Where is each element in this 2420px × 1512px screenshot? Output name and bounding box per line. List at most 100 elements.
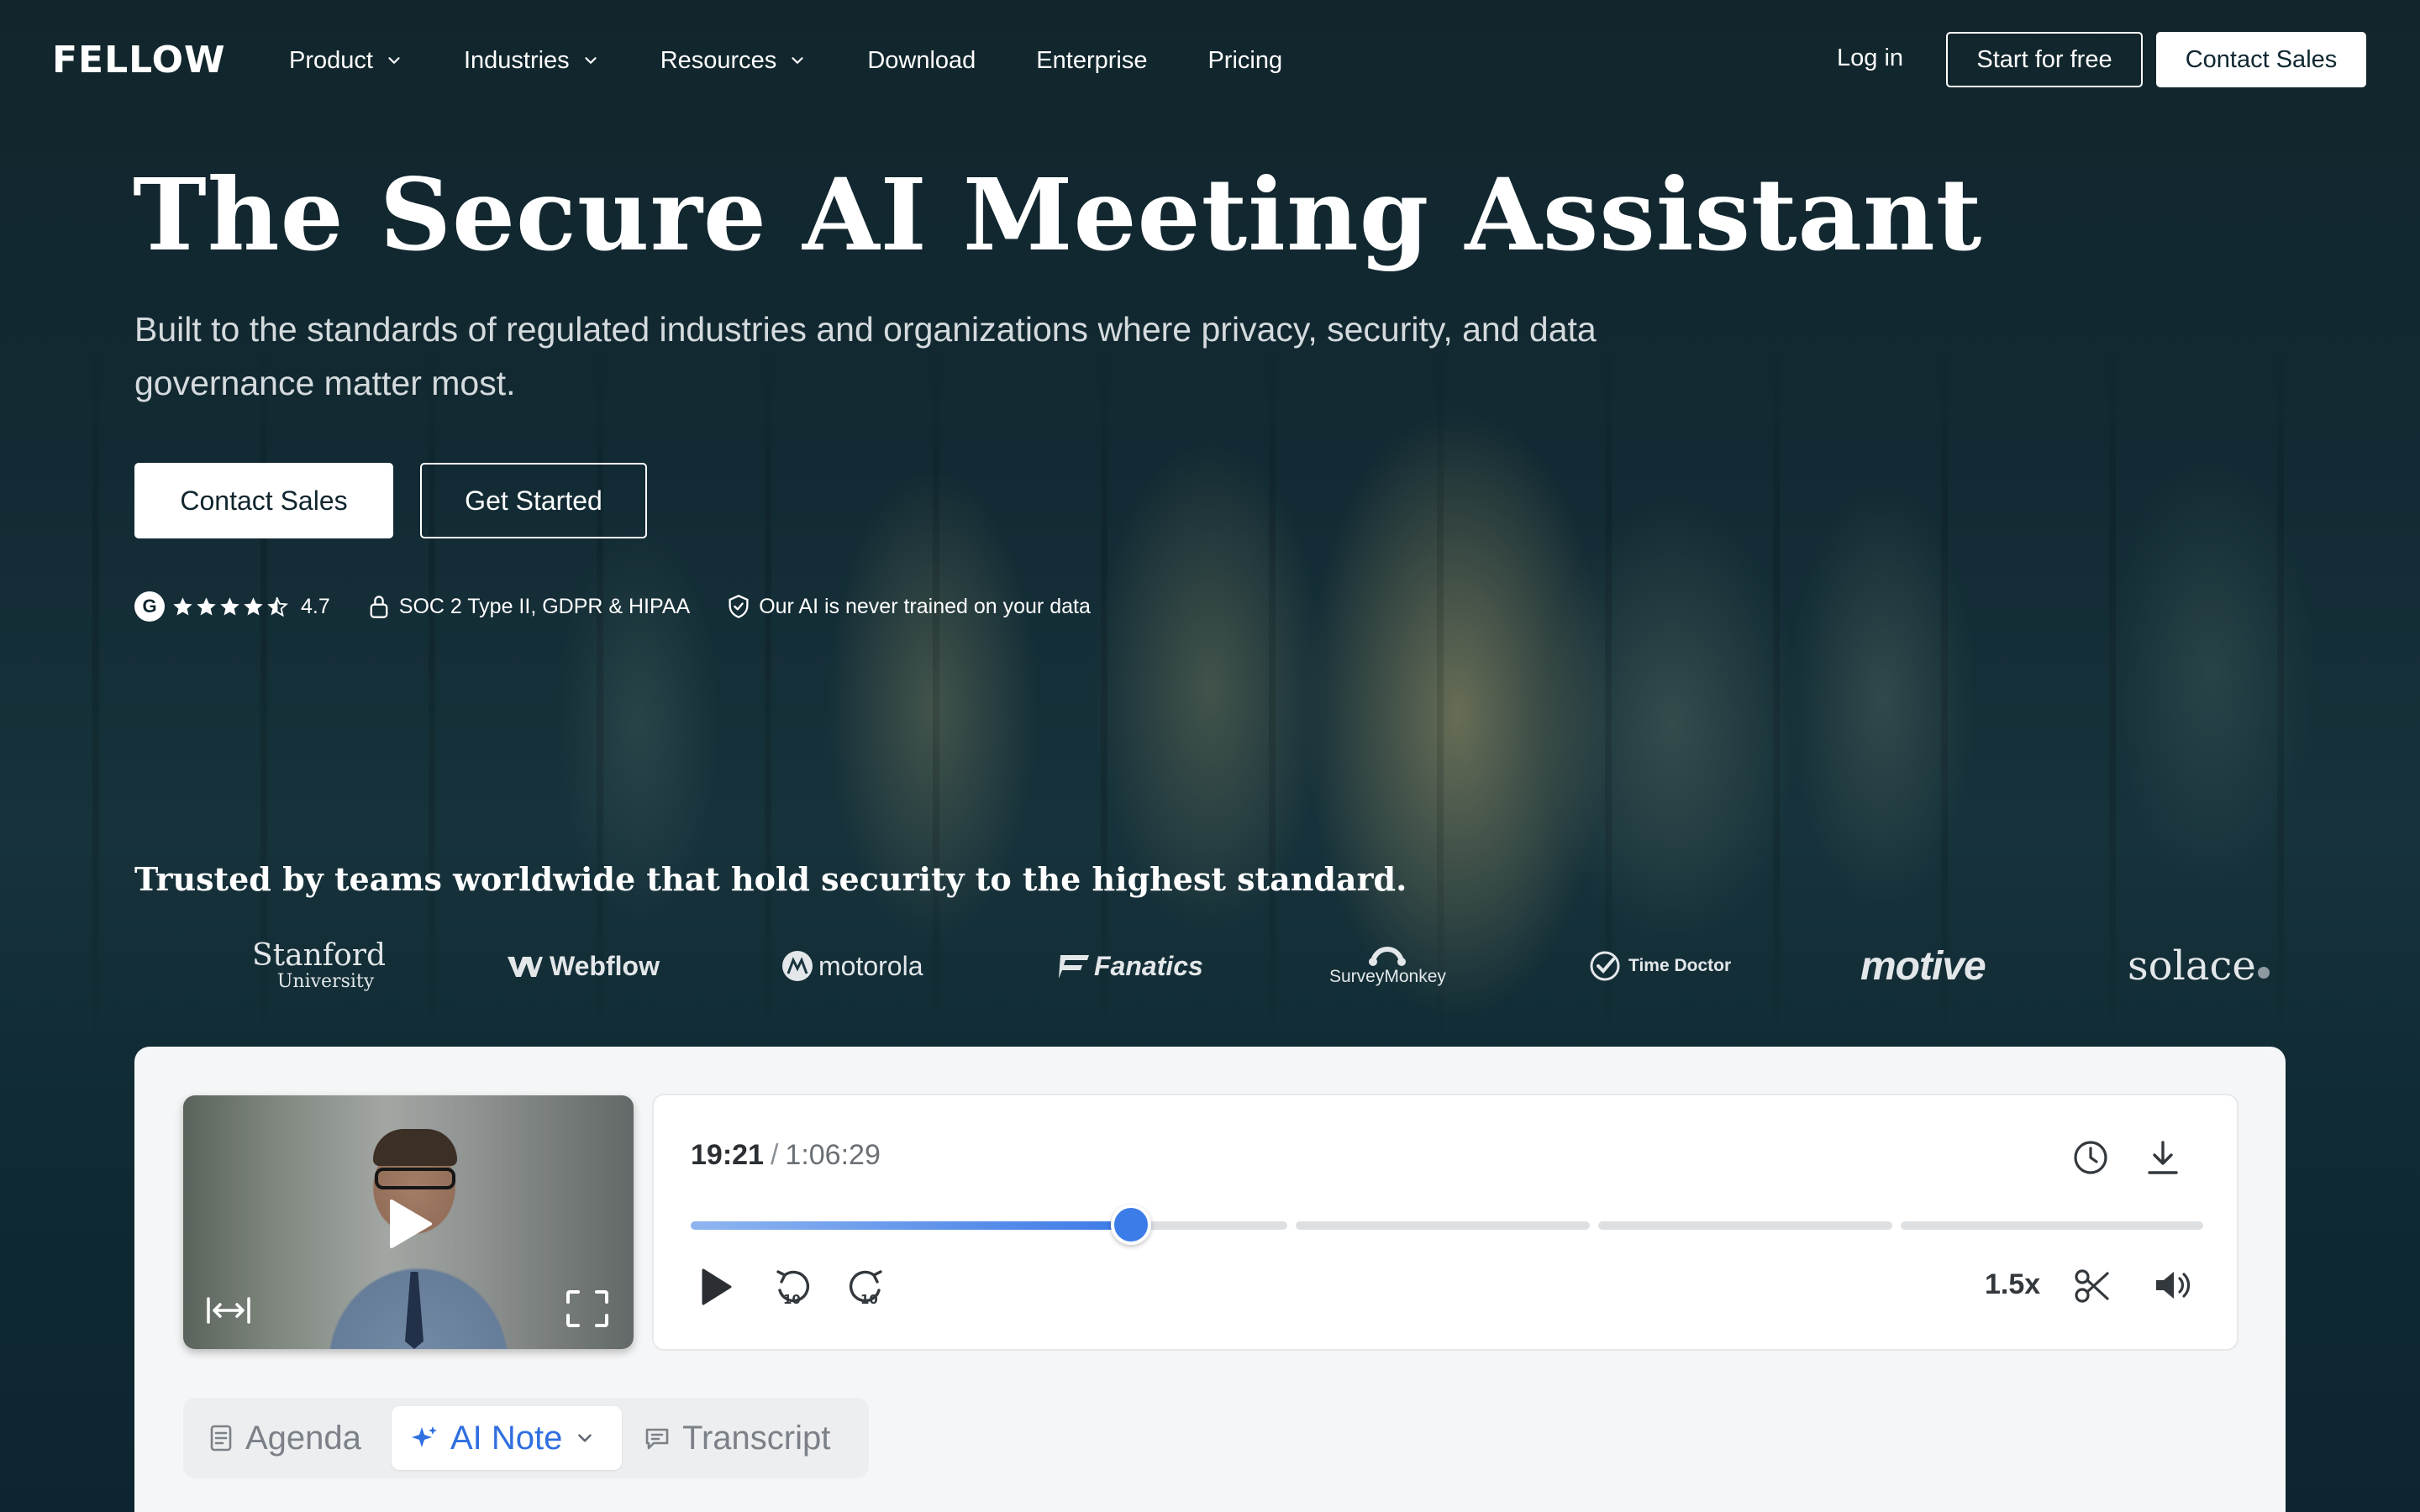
rating-stars xyxy=(171,596,289,618)
play-icon[interactable] xyxy=(699,1267,733,1307)
nav-item-label: Download xyxy=(867,46,976,74)
star-icon xyxy=(197,596,216,616)
stanford-logo-text: Stanford xyxy=(252,938,387,973)
solace-logo-text: solace xyxy=(2128,942,2256,990)
meeting-recording-panel: 19:21/1:06:29 10 10 1.5x Agenda AI Note xyxy=(134,1047,2286,1512)
webflow-logo-text: Webflow xyxy=(550,950,660,981)
motorola-logo: motorola xyxy=(781,932,923,1000)
nav-item-label: Resources xyxy=(660,46,777,74)
progress-segment xyxy=(1296,1221,1590,1230)
timedoctor-logo-text: Time Doctor xyxy=(1628,956,1732,975)
document-icon xyxy=(210,1425,232,1452)
hero-subtitle: Built to the standards of regulated indu… xyxy=(134,310,1597,402)
customer-logos: Stanford University Webflow motorola Fan… xyxy=(252,932,2271,1000)
lock-icon xyxy=(370,596,388,618)
nav-item-resources[interactable]: Resources xyxy=(660,47,808,75)
surveymonkey-icon xyxy=(1369,947,1407,966)
nav-item-label: Industries xyxy=(463,46,570,74)
playback-time: 19:21/1:06:29 xyxy=(691,1139,881,1172)
playback-speed[interactable]: 1.5x xyxy=(1985,1268,2040,1301)
contact-sales-button[interactable]: Contact Sales xyxy=(134,463,393,538)
motive-logo: motive xyxy=(1860,932,1986,1000)
audio-player: 19:21/1:06:29 10 10 1.5x xyxy=(652,1094,2238,1351)
chevron-down-icon[interactable] xyxy=(574,1427,596,1449)
star-icon xyxy=(220,596,239,616)
webflow-logo: Webflow xyxy=(506,932,660,1000)
star-icon xyxy=(244,596,263,616)
nav-item-label: Enterprise xyxy=(1036,46,1148,74)
svg-text:10: 10 xyxy=(783,1292,801,1307)
play-icon[interactable] xyxy=(387,1198,434,1250)
svg-text:10: 10 xyxy=(860,1292,878,1307)
logo-text: FELLOW xyxy=(52,38,226,81)
chevron-down-icon xyxy=(388,57,400,64)
download-icon[interactable] xyxy=(2146,1139,2180,1176)
motorola-logo-text: motorola xyxy=(818,950,923,981)
tab-label: Agenda xyxy=(245,1419,361,1457)
sparkle-icon xyxy=(412,1426,437,1447)
nav-item-download[interactable]: Download xyxy=(867,47,976,75)
progress-segment xyxy=(1598,1221,1892,1230)
surveymonkey-logo-text: SurveyMonkey xyxy=(1329,967,1446,986)
g2-logo-icon: G xyxy=(134,591,165,622)
nav-links: Product Industries Resources Download En… xyxy=(289,39,1343,82)
timedoctor-logo: Time Doctor xyxy=(1588,932,1731,1000)
note-tabs: Agenda AI Note Transcript xyxy=(183,1398,869,1478)
time-separator: / xyxy=(770,1139,779,1171)
chevron-down-icon xyxy=(585,57,597,64)
half-star-icon xyxy=(267,596,288,617)
timedoctor-icon xyxy=(1590,951,1620,981)
nav-item-product[interactable]: Product xyxy=(289,47,403,75)
privacy-text: Our AI is never trained on your data xyxy=(759,594,1091,618)
total-time: 1:06:29 xyxy=(785,1139,881,1171)
top-navigation: FELLOW Product Industries Resources Down… xyxy=(0,0,2420,121)
surveymonkey-logo: SurveyMonkey xyxy=(1329,932,1446,1000)
current-time: 19:21 xyxy=(691,1139,764,1171)
fellow-logo[interactable]: FELLOW xyxy=(52,39,226,81)
forward-10-icon[interactable]: 10 xyxy=(845,1267,886,1309)
scissors-icon[interactable] xyxy=(2074,1267,2111,1305)
tab-ai-note[interactable]: AI Note xyxy=(392,1406,622,1470)
rewind-10-icon[interactable]: 10 xyxy=(773,1267,813,1309)
login-link[interactable]: Log in xyxy=(1837,45,1903,72)
nav-item-label: Product xyxy=(289,46,373,74)
fanatics-icon xyxy=(1059,955,1089,979)
tab-label: Transcript xyxy=(682,1419,831,1457)
fullscreen-icon[interactable] xyxy=(565,1289,610,1329)
progress-segment xyxy=(1901,1221,2203,1230)
fanatics-logo-text: Fanatics xyxy=(1094,950,1203,981)
tab-agenda[interactable]: Agenda xyxy=(208,1406,361,1470)
tab-label: AI Note xyxy=(450,1419,563,1457)
start-for-free-button[interactable]: Start for free xyxy=(1946,32,2143,87)
star-icon xyxy=(173,596,192,616)
tab-transcript[interactable]: Transcript xyxy=(644,1406,830,1470)
compliance-text: SOC 2 Type II, GDPR & HIPAA xyxy=(398,594,691,618)
chevron-down-icon xyxy=(792,57,803,64)
motorola-icon xyxy=(782,951,813,981)
solace-dot-icon xyxy=(2257,967,2270,979)
nav-item-pricing[interactable]: Pricing xyxy=(1207,47,1282,75)
fanatics-logo: Fanatics xyxy=(1057,932,1203,1000)
shield-check-icon xyxy=(729,595,749,618)
nav-item-label: Pricing xyxy=(1207,46,1283,74)
get-started-button[interactable]: Get Started xyxy=(420,463,647,538)
trusted-heading: Trusted by teams worldwide that hold sec… xyxy=(134,860,1407,898)
chat-bubble-icon xyxy=(645,1428,669,1450)
volume-icon[interactable] xyxy=(2153,1267,2191,1304)
solace-logo: solace xyxy=(2128,932,2271,1000)
motive-logo-text: motive xyxy=(1860,943,1986,989)
trust-badges: G 4.7 SOC 2 Type II, GDPR & HIPAA Our AI… xyxy=(134,590,1091,623)
clock-icon[interactable] xyxy=(2072,1139,2109,1176)
progress-handle[interactable] xyxy=(1111,1205,1151,1245)
progress-fill xyxy=(691,1221,1131,1230)
nav-item-enterprise[interactable]: Enterprise xyxy=(1036,47,1147,75)
fit-width-icon[interactable] xyxy=(205,1295,252,1326)
hero-title: The Secure AI Meeting Assistant xyxy=(133,156,1983,273)
contact-sales-nav-button[interactable]: Contact Sales xyxy=(2156,32,2366,87)
progress-track[interactable] xyxy=(691,1205,2203,1245)
rating-value: 4.7 xyxy=(301,594,330,618)
nav-item-industries[interactable]: Industries xyxy=(464,47,600,75)
stanford-logo-subtext: University xyxy=(276,971,375,992)
stanford-logo: Stanford University xyxy=(252,932,386,1000)
video-thumbnail[interactable] xyxy=(183,1095,634,1349)
